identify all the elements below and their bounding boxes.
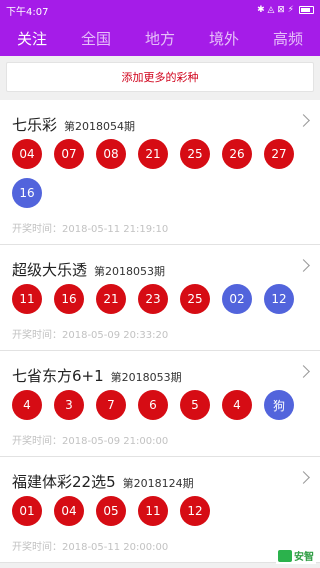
tab-national[interactable]: 全国: [81, 28, 111, 49]
lottery-name: 福建体彩22选5: [12, 473, 116, 491]
draw-numbers: 04 07 08 21 25 26 27 16: [12, 134, 308, 208]
lottery-title-row: 超级大乐透 第2018053期: [12, 245, 308, 279]
watermark-logo: 安智: [276, 547, 316, 564]
lottery-card[interactable]: 福建体彩22选5 第2018124期 01 04 05 11 12 开奖时间：2018-05-…: [0, 457, 320, 563]
lottery-issue: 第2018054期: [64, 120, 136, 133]
add-lottery-button[interactable]: 添加更多的彩种: [6, 62, 314, 92]
red-ball: 11: [12, 284, 42, 314]
status-indicator-icons: ✱ ◬ ⊠ ⚡: [257, 5, 294, 15]
red-ball: 25: [180, 139, 210, 169]
red-ball: 05: [96, 496, 126, 526]
red-ball: 6: [138, 390, 168, 420]
red-ball: 3: [54, 390, 84, 420]
draw-numbers: 11 16 21 23 25 02 12: [12, 279, 308, 314]
lottery-issue: 第2018053期: [94, 265, 166, 278]
lottery-list: 七乐彩 第2018054期 04 07 08 21 25 26 27 16 开奖时间：2018-05…: [0, 100, 320, 563]
draw-numbers: 437654狗: [12, 385, 308, 420]
draw-time: 开奖时间：2018-05-09 21:00:00: [12, 436, 169, 447]
blue-ball: 12: [264, 284, 294, 314]
draw-numbers: 01 04 05 11 12: [12, 491, 308, 526]
tab-overseas[interactable]: 境外: [209, 28, 239, 49]
lottery-issue: 第2018053期: [110, 371, 182, 384]
blue-ball: 16: [12, 178, 42, 208]
red-ball: 21: [96, 284, 126, 314]
draw-time: 开奖时间：2018-05-09 20:33:20: [12, 330, 169, 341]
lottery-issue: 第2018124期: [122, 477, 194, 490]
status-icons: ✱ ◬ ⊠ ⚡: [257, 5, 314, 15]
draw-time: 开奖时间：2018-05-11 21:19:10: [12, 224, 169, 235]
tab-follow[interactable]: 关注: [17, 28, 47, 49]
lottery-title-row: 福建体彩22选5 第2018124期: [12, 457, 308, 491]
lottery-title-row: 七省东方6+1 第2018053期: [12, 351, 308, 385]
anzhi-logo-icon: [278, 549, 292, 562]
watermark-text: 安智: [294, 552, 314, 563]
blue-ball: 狗: [264, 390, 294, 420]
lottery-name: 超级大乐透: [12, 261, 88, 279]
red-ball: 26: [222, 139, 252, 169]
lottery-name: 七乐彩: [12, 116, 58, 134]
lottery-name: 七省东方6+1: [12, 367, 104, 385]
lottery-card[interactable]: 七乐彩 第2018054期 04 07 08 21 25 26 27 16 开奖时间：2018-05…: [0, 100, 320, 245]
red-ball: 23: [138, 284, 168, 314]
lottery-title-row: 七乐彩 第2018054期: [12, 100, 308, 134]
status-bar: 下午4:07 ✱ ◬ ⊠ ⚡: [0, 0, 320, 20]
red-ball: 07: [54, 139, 84, 169]
red-ball: 21: [138, 139, 168, 169]
lottery-card[interactable]: 超级大乐透 第2018053期 11 16 21 23 25 02 12 开奖时间：2018-05…: [0, 245, 320, 351]
red-ball: 5: [180, 390, 210, 420]
red-ball: 25: [180, 284, 210, 314]
battery-icon: [299, 6, 314, 14]
red-ball: 04: [12, 139, 42, 169]
red-ball: 12: [180, 496, 210, 526]
red-ball: 04: [54, 496, 84, 526]
draw-time: 开奖时间：2018-05-11 20:00:00: [12, 542, 169, 553]
lottery-card[interactable]: 七省东方6+1 第2018053期 4 3 7 6 5 4 狗开奖时间：2018-05-09 2…: [0, 351, 320, 457]
category-tab-bar: 关注 全国 地方 境外 高频: [0, 20, 320, 56]
red-ball: 7: [96, 390, 126, 420]
status-time: 下午4:07: [6, 6, 49, 18]
red-ball: 27: [264, 139, 294, 169]
red-ball: 11: [138, 496, 168, 526]
add-bar: 添加更多的彩种: [0, 56, 320, 100]
red-ball: 16: [54, 284, 84, 314]
red-ball: 4: [222, 390, 252, 420]
red-ball: 4: [12, 390, 42, 420]
tab-high-frequency[interactable]: 高频: [273, 28, 303, 49]
red-ball: 08: [96, 139, 126, 169]
tab-local[interactable]: 地方: [145, 28, 175, 49]
blue-ball: 02: [222, 284, 252, 314]
red-ball: 01: [12, 496, 42, 526]
